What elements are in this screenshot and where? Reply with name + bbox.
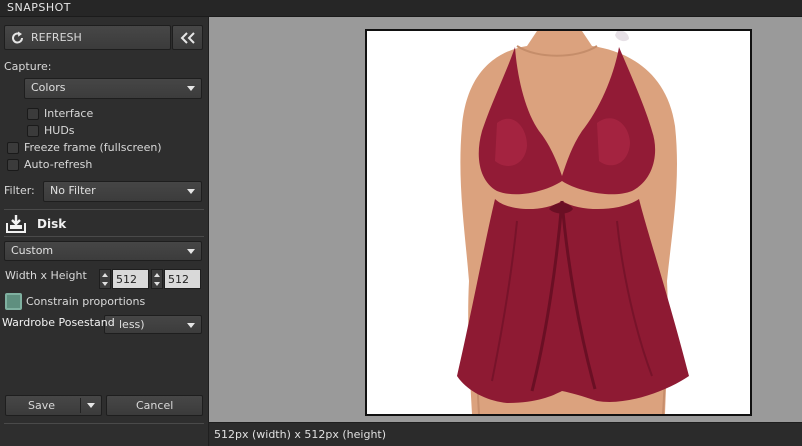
snapshot-preview-area xyxy=(209,17,802,422)
cancel-label: Cancel xyxy=(136,399,174,412)
format-dropdown[interactable]: less) xyxy=(104,315,202,334)
collapse-panel-button[interactable] xyxy=(172,25,203,50)
window-title: SNAPSHOT xyxy=(7,1,72,14)
filter-value: No Filter xyxy=(50,184,96,197)
freeze-frame-label: Freeze frame (fullscreen) xyxy=(24,141,162,154)
constrain-proportions-label: Constrain proportions xyxy=(26,295,146,308)
interface-checkbox[interactable] xyxy=(27,108,39,120)
arrow-up-icon xyxy=(102,273,108,277)
format-value: less) xyxy=(119,318,145,331)
double-chevron-left-icon xyxy=(180,32,195,44)
arrow-up-icon xyxy=(154,273,160,277)
capture-value: Colors xyxy=(31,81,66,94)
save-button[interactable]: Save xyxy=(5,395,102,416)
filter-label: Filter: xyxy=(4,184,35,197)
divider xyxy=(4,423,204,424)
refresh-label: REFRESH xyxy=(31,31,82,44)
divider xyxy=(4,209,204,210)
width-input[interactable] xyxy=(112,269,149,289)
cancel-button[interactable]: Cancel xyxy=(106,395,203,416)
snapshot-preview-image xyxy=(365,29,752,416)
snapshot-options-panel: REFRESH Capture: Colors Interface HUDs F… xyxy=(0,17,209,446)
width-spinner[interactable] xyxy=(99,269,149,289)
chevron-down-icon xyxy=(187,323,195,328)
arrow-down-icon xyxy=(102,282,108,286)
height-spinner[interactable] xyxy=(151,269,201,289)
status-bar: 512px (width) x 512px (height) xyxy=(209,422,802,446)
save-label: Save xyxy=(28,399,56,412)
disk-icon xyxy=(6,215,26,233)
refresh-icon xyxy=(12,31,24,44)
huds-label: HUDs xyxy=(44,124,75,137)
title-bar: SNAPSHOT xyxy=(0,0,802,17)
freeze-frame-checkbox[interactable] xyxy=(7,142,19,154)
auto-refresh-checkbox[interactable] xyxy=(7,159,19,171)
chevron-down-icon xyxy=(187,86,195,91)
capture-dropdown[interactable]: Colors xyxy=(24,78,202,99)
filter-dropdown[interactable]: No Filter xyxy=(43,181,202,202)
huds-checkbox[interactable] xyxy=(27,125,39,137)
size-preset-value: Custom xyxy=(11,244,54,257)
capture-label: Capture: xyxy=(4,60,52,73)
arrow-down-icon xyxy=(154,282,160,286)
chevron-down-icon[interactable] xyxy=(87,403,95,408)
height-stepper-arrows[interactable] xyxy=(151,269,163,289)
width-stepper-arrows[interactable] xyxy=(99,269,111,289)
divider xyxy=(4,236,204,237)
auto-refresh-label: Auto-refresh xyxy=(24,158,93,171)
width-height-label: Width x Height xyxy=(5,269,87,282)
height-input[interactable] xyxy=(164,269,201,289)
disk-label: Disk xyxy=(37,217,67,231)
interface-label: Interface xyxy=(44,107,94,120)
save-split-divider xyxy=(80,398,81,413)
chevron-down-icon xyxy=(187,249,195,254)
size-preset-dropdown[interactable]: Custom xyxy=(4,241,202,261)
chevron-down-icon xyxy=(187,189,195,194)
avatar-snapshot-image xyxy=(367,31,750,414)
constrain-proportions-checkbox[interactable] xyxy=(5,293,22,310)
wardrobe-posestand-overlay: Wardrobe Posestand xyxy=(2,316,115,329)
image-size-status: 512px (width) x 512px (height) xyxy=(214,428,387,441)
refresh-button[interactable]: REFRESH xyxy=(4,25,171,50)
